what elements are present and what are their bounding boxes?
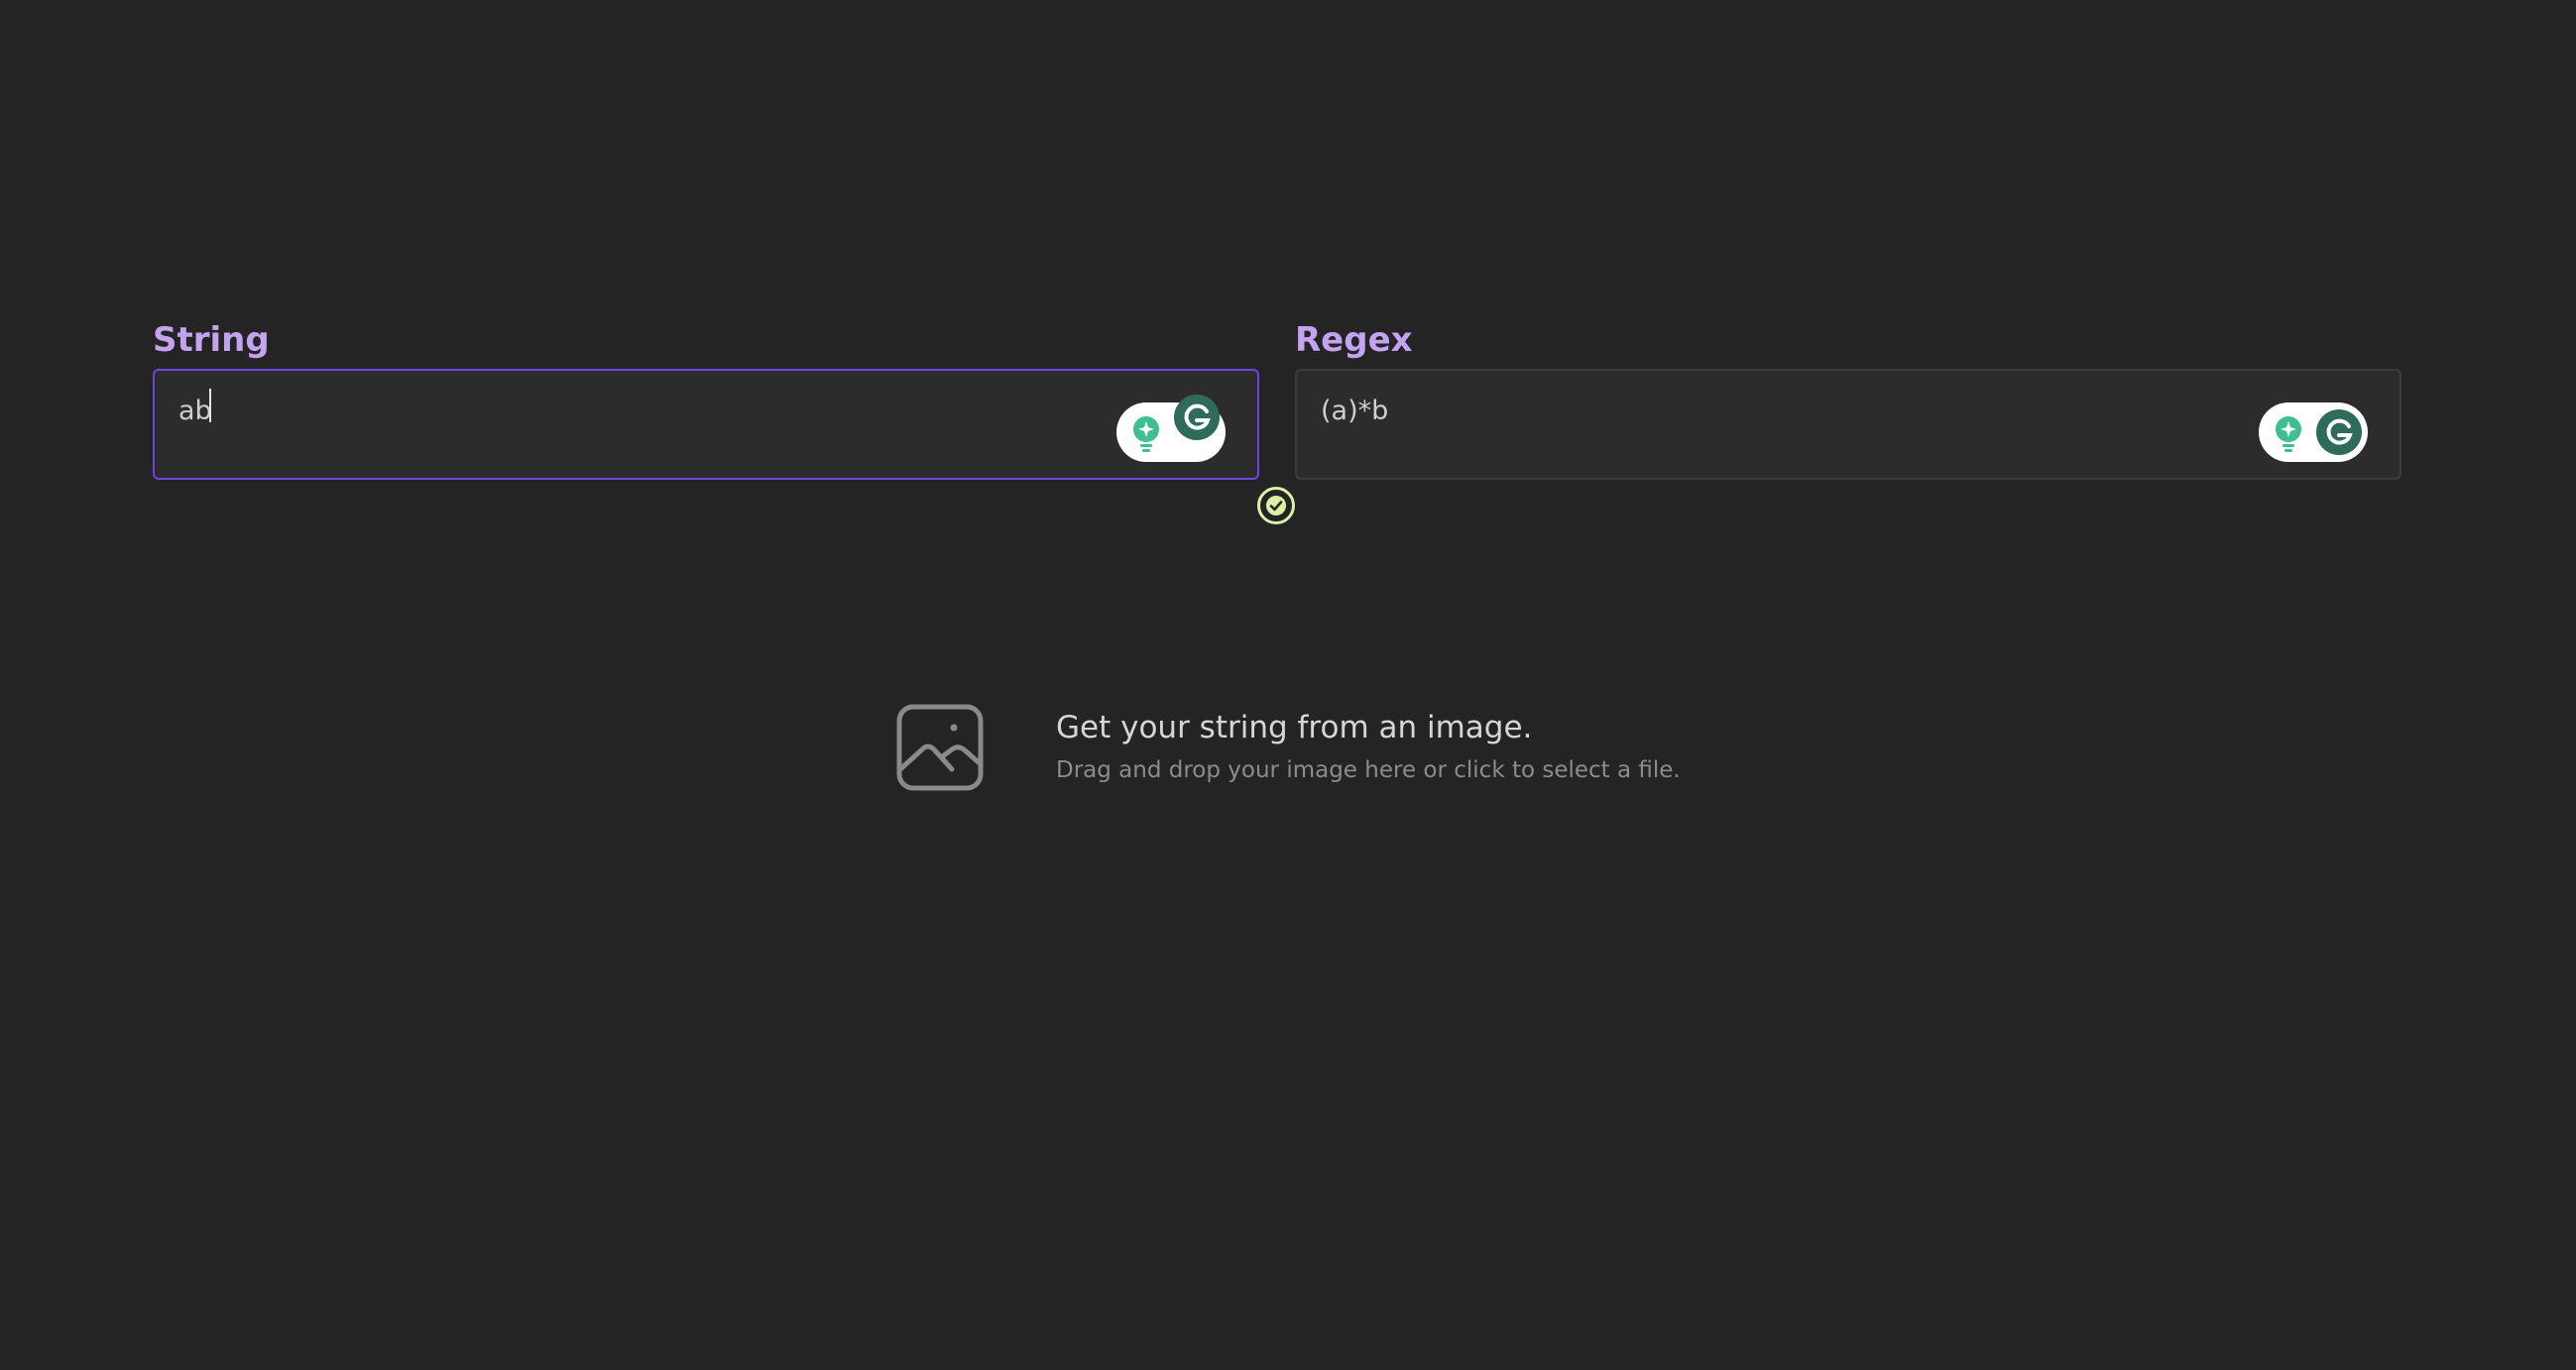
regex-label: Regex xyxy=(1295,320,1413,360)
image-icon xyxy=(896,704,984,791)
check-circle-icon xyxy=(1257,487,1295,524)
lightbulb-icon[interactable] xyxy=(1128,414,1164,454)
lightbulb-icon[interactable] xyxy=(2271,414,2306,454)
text-caret xyxy=(209,389,211,422)
regex-field[interactable] xyxy=(1295,369,2401,480)
regex-tester-page: String Regex xyxy=(0,0,2576,1370)
image-dropzone[interactable]: Get your string from an image. Drag and … xyxy=(896,702,1690,791)
string-label: String xyxy=(153,320,270,360)
regex-input[interactable] xyxy=(1321,389,2114,432)
dropzone-title: Get your string from an image. xyxy=(1056,710,1533,745)
grammarly-icon[interactable] xyxy=(1174,395,1220,440)
dropzone-subtitle: Drag and drop your image here or click t… xyxy=(1056,757,1681,783)
grammarly-widget[interactable] xyxy=(2259,402,2368,462)
grammarly-icon[interactable] xyxy=(2316,409,2362,455)
string-field[interactable] xyxy=(153,369,1259,480)
string-input[interactable] xyxy=(178,389,972,432)
grammarly-widget[interactable] xyxy=(1116,395,1226,462)
